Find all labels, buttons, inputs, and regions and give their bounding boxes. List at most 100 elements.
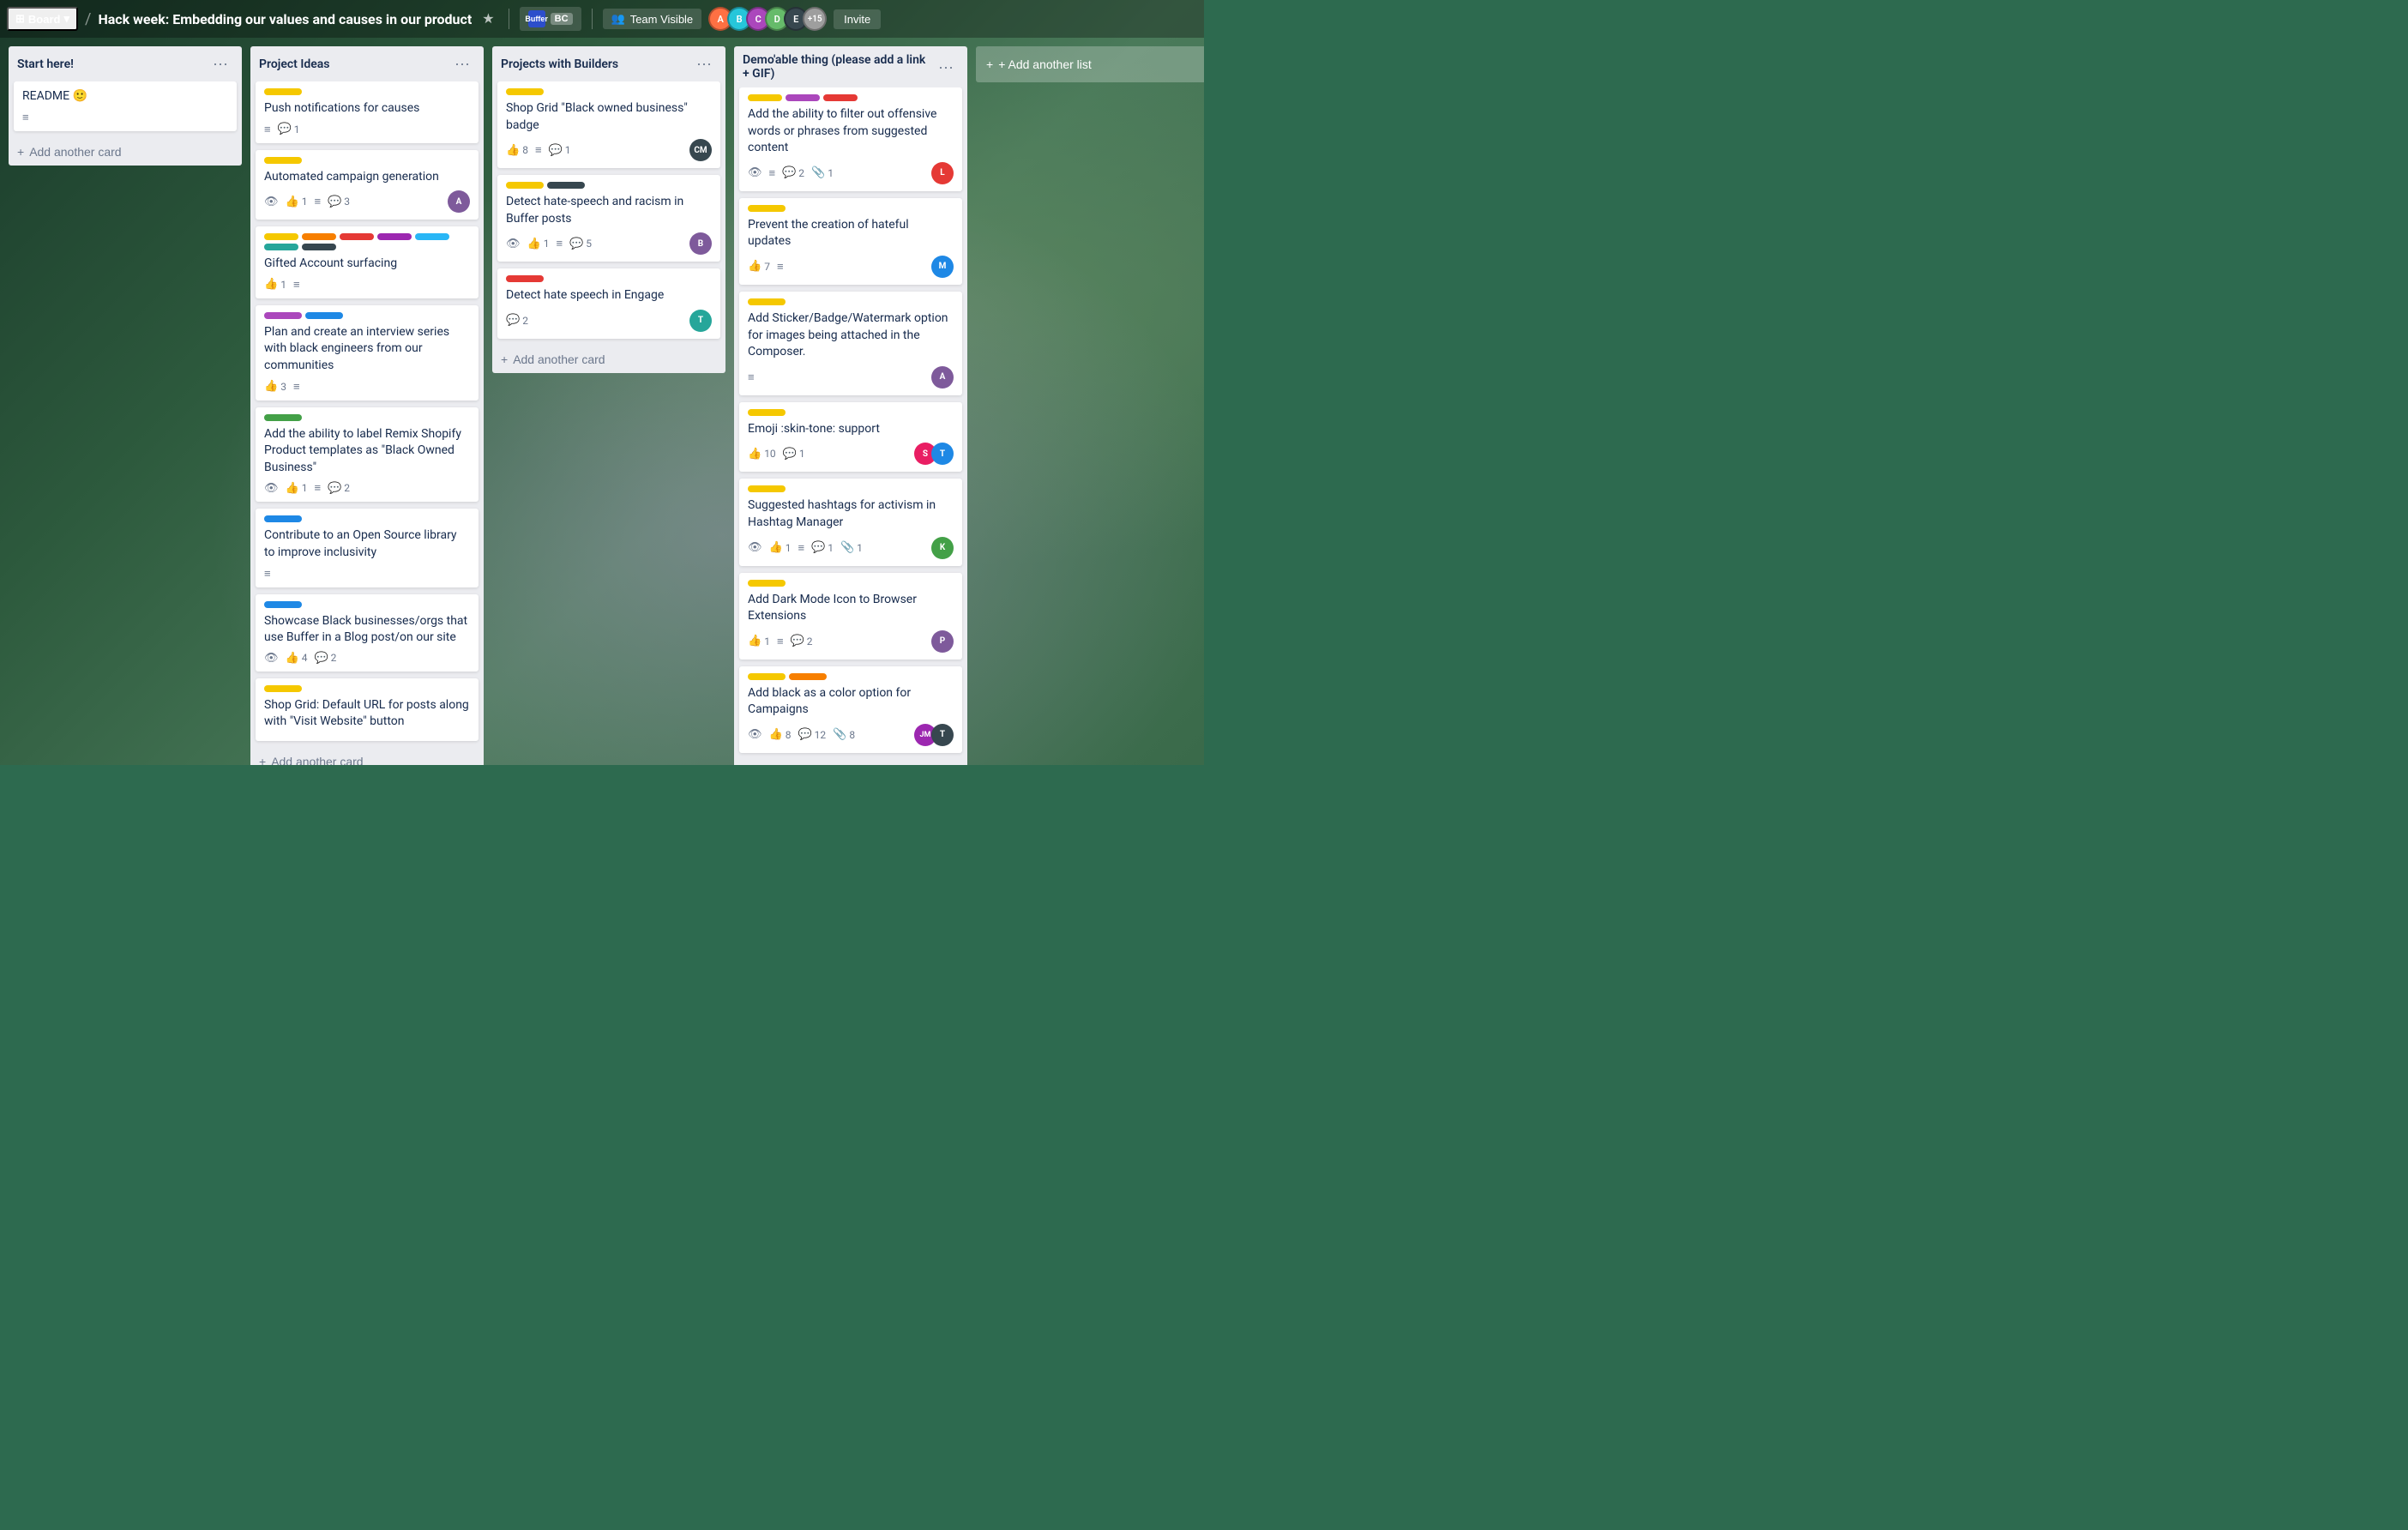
card-push-notifications[interactable]: Push notifications for causes ≡ 💬 1 <box>256 81 479 143</box>
card-meta-desc: ≡ <box>293 278 300 292</box>
card-meta-attach: 📎 1 <box>840 541 863 554</box>
list-cards-demoable: Add the ability to filter out offensive … <box>734 87 967 760</box>
card-title: Push notifications for causes <box>264 100 470 117</box>
list-start-here: Start here! ··· README 🙂 ≡ + Add another… <box>9 46 242 166</box>
card-shop-grid-badge[interactable]: Shop Grid "Black owned business" badge 👍… <box>497 81 720 168</box>
add-card-button-project-ideas[interactable]: + Add another card <box>250 748 484 765</box>
card-label-remix[interactable]: Add the ability to label Remix Shopify P… <box>256 407 479 503</box>
card-sticker-badge[interactable]: Add Sticker/Badge/Watermark option for i… <box>739 292 962 395</box>
bc-badge: BC <box>551 13 573 25</box>
card-detect-hate-engage[interactable]: Detect hate speech in Engage 💬 2 T <box>497 268 720 339</box>
add-card-button-start-here[interactable]: + Add another card <box>9 138 242 166</box>
card-hashtags-activism[interactable]: Suggested hashtags for activism in Hasht… <box>739 479 962 565</box>
card-footer: 💬 2 T <box>506 310 712 332</box>
card-title-readme: README 🙂 <box>22 88 228 105</box>
card-meta-comment: 💬 1 <box>549 144 571 157</box>
card-readme[interactable]: README 🙂 ≡ <box>14 81 237 131</box>
card-title: Contribute to an Open Source library to … <box>264 527 470 561</box>
card-meta-desc: ≡ <box>22 111 29 124</box>
card-footer: ≡ 💬 1 <box>264 123 470 136</box>
card-meta-comment: 💬 2 <box>328 482 350 495</box>
buffer-logo: Buffer <box>528 10 545 27</box>
add-card-label: Add another card <box>271 755 363 765</box>
card-filter-offensive[interactable]: Add the ability to filter out offensive … <box>739 87 962 191</box>
card-title: Add black as a color option for Campaign… <box>748 685 954 719</box>
card-dark-mode-icon[interactable]: Add Dark Mode Icon to Browser Extensions… <box>739 573 962 660</box>
add-list-button[interactable]: + + Add another list <box>976 46 1204 82</box>
card-footer: ≡ A <box>748 366 954 389</box>
card-member-avatar-a: A <box>931 366 954 389</box>
add-card-button-projects-builders[interactable]: + Add another card <box>492 346 725 373</box>
eye-icon: 👁 <box>748 541 762 554</box>
card-meta-like: 👍 1 <box>264 278 286 291</box>
buffer-workspace-button[interactable]: Buffer BC <box>520 7 581 31</box>
add-card-button-demoable[interactable]: + Add another card <box>734 760 967 765</box>
list-demoable: Demo'able thing (please add a link + GIF… <box>734 46 967 765</box>
card-footer: 👁 👍 1 ≡ 💬 2 <box>264 481 470 495</box>
label-blue <box>415 233 449 240</box>
card-labels <box>264 233 470 250</box>
card-meta-like: 👍 1 <box>748 635 770 648</box>
card-title: Suggested hashtags for activism in Hasht… <box>748 497 954 531</box>
card-meta-desc: ≡ <box>314 195 321 208</box>
member-avatars[interactable]: A B C D E +15 <box>708 7 827 31</box>
list-menu-projects-builders[interactable]: ··· <box>691 53 717 75</box>
plus-more-avatar[interactable]: +15 <box>803 7 827 31</box>
card-emoji-skin-tone[interactable]: Emoji :skin-tone: support 👍 10 💬 1 S T <box>739 402 962 473</box>
label-yellow <box>748 205 786 212</box>
team-label: Team Visible <box>630 13 693 26</box>
card-meta-like: 👍 1 <box>286 482 308 495</box>
list-menu-start-here[interactable]: ··· <box>208 53 233 75</box>
card-meta-desc: ≡ <box>777 635 784 648</box>
star-button[interactable]: ★ <box>479 7 497 31</box>
card-interview-series[interactable]: Plan and create an interview series with… <box>256 305 479 401</box>
invite-button[interactable]: Invite <box>834 9 881 29</box>
card-meta-like: 👍 4 <box>286 652 308 665</box>
card-title: Add the ability to label Remix Shopify P… <box>264 426 470 477</box>
card-open-source[interactable]: Contribute to an Open Source library to … <box>256 509 479 587</box>
attach-icon: 📎 <box>833 728 846 741</box>
comment-icon: 💬 <box>569 238 583 250</box>
eye-icon: 👁 <box>264 196 279 208</box>
desc-icon: ≡ <box>314 195 321 208</box>
card-gifted-account[interactable]: Gifted Account surfacing 👍 1 ≡ <box>256 226 479 298</box>
card-title: Add Dark Mode Icon to Browser Extensions <box>748 592 954 625</box>
label-dark <box>302 244 336 250</box>
card-title: Showcase Black businesses/orgs that use … <box>264 613 470 647</box>
list-menu-demoable[interactable]: ··· <box>933 57 959 78</box>
list-menu-project-ideas[interactable]: ··· <box>449 53 475 75</box>
list-header-projects-builders: Projects with Builders ··· <box>492 46 725 81</box>
card-labels <box>748 673 954 680</box>
card-footer: 👍 1 ≡ <box>264 278 470 292</box>
card-meta-eye: 👁 <box>748 166 762 179</box>
comment-icon: 💬 <box>791 635 804 648</box>
card-prevent-hateful[interactable]: Prevent the creation of hateful updates … <box>739 198 962 285</box>
card-black-color-campaigns[interactable]: Add black as a color option for Campaign… <box>739 666 962 753</box>
like-icon: 👍 <box>264 278 278 291</box>
card-meta-comment: 💬 2 <box>791 635 813 648</box>
list-header-project-ideas: Project Ideas ··· <box>250 46 484 81</box>
card-meta-like: 👍 8 <box>506 144 528 157</box>
card-shop-grid-url[interactable]: Shop Grid: Default URL for posts along w… <box>256 678 479 741</box>
card-meta-eye: 👁 <box>264 196 279 208</box>
like-icon: 👍 <box>748 635 762 648</box>
board-menu-button[interactable]: ⊞ Board ▾ <box>7 7 78 31</box>
topbar-separator-2 <box>592 9 593 29</box>
team-visible-button[interactable]: 👥 Team Visible <box>603 9 702 29</box>
comment-icon: 💬 <box>314 652 328 665</box>
card-automated-campaign[interactable]: Automated campaign generation 👁 👍 1 ≡ 💬 <box>256 150 479 220</box>
card-title: Prevent the creation of hateful updates <box>748 217 954 250</box>
desc-icon: ≡ <box>769 166 776 180</box>
comment-icon: 💬 <box>506 314 520 327</box>
card-showcase-black[interactable]: Showcase Black businesses/orgs that use … <box>256 594 479 672</box>
card-footer-readme: ≡ <box>22 111 228 124</box>
card-detect-hate-racism[interactable]: Detect hate-speech and racism in Buffer … <box>497 175 720 262</box>
card-title: Plan and create an interview series with… <box>264 324 470 375</box>
add-icon: + <box>501 352 508 366</box>
card-meta-like: 👍 3 <box>264 380 286 393</box>
list-cards-start-here: README 🙂 ≡ <box>9 81 242 138</box>
comment-count: 1 <box>294 123 300 136</box>
label-yellow <box>748 94 782 101</box>
list-title-start-here: Start here! <box>17 57 74 71</box>
label-blue <box>264 601 302 608</box>
